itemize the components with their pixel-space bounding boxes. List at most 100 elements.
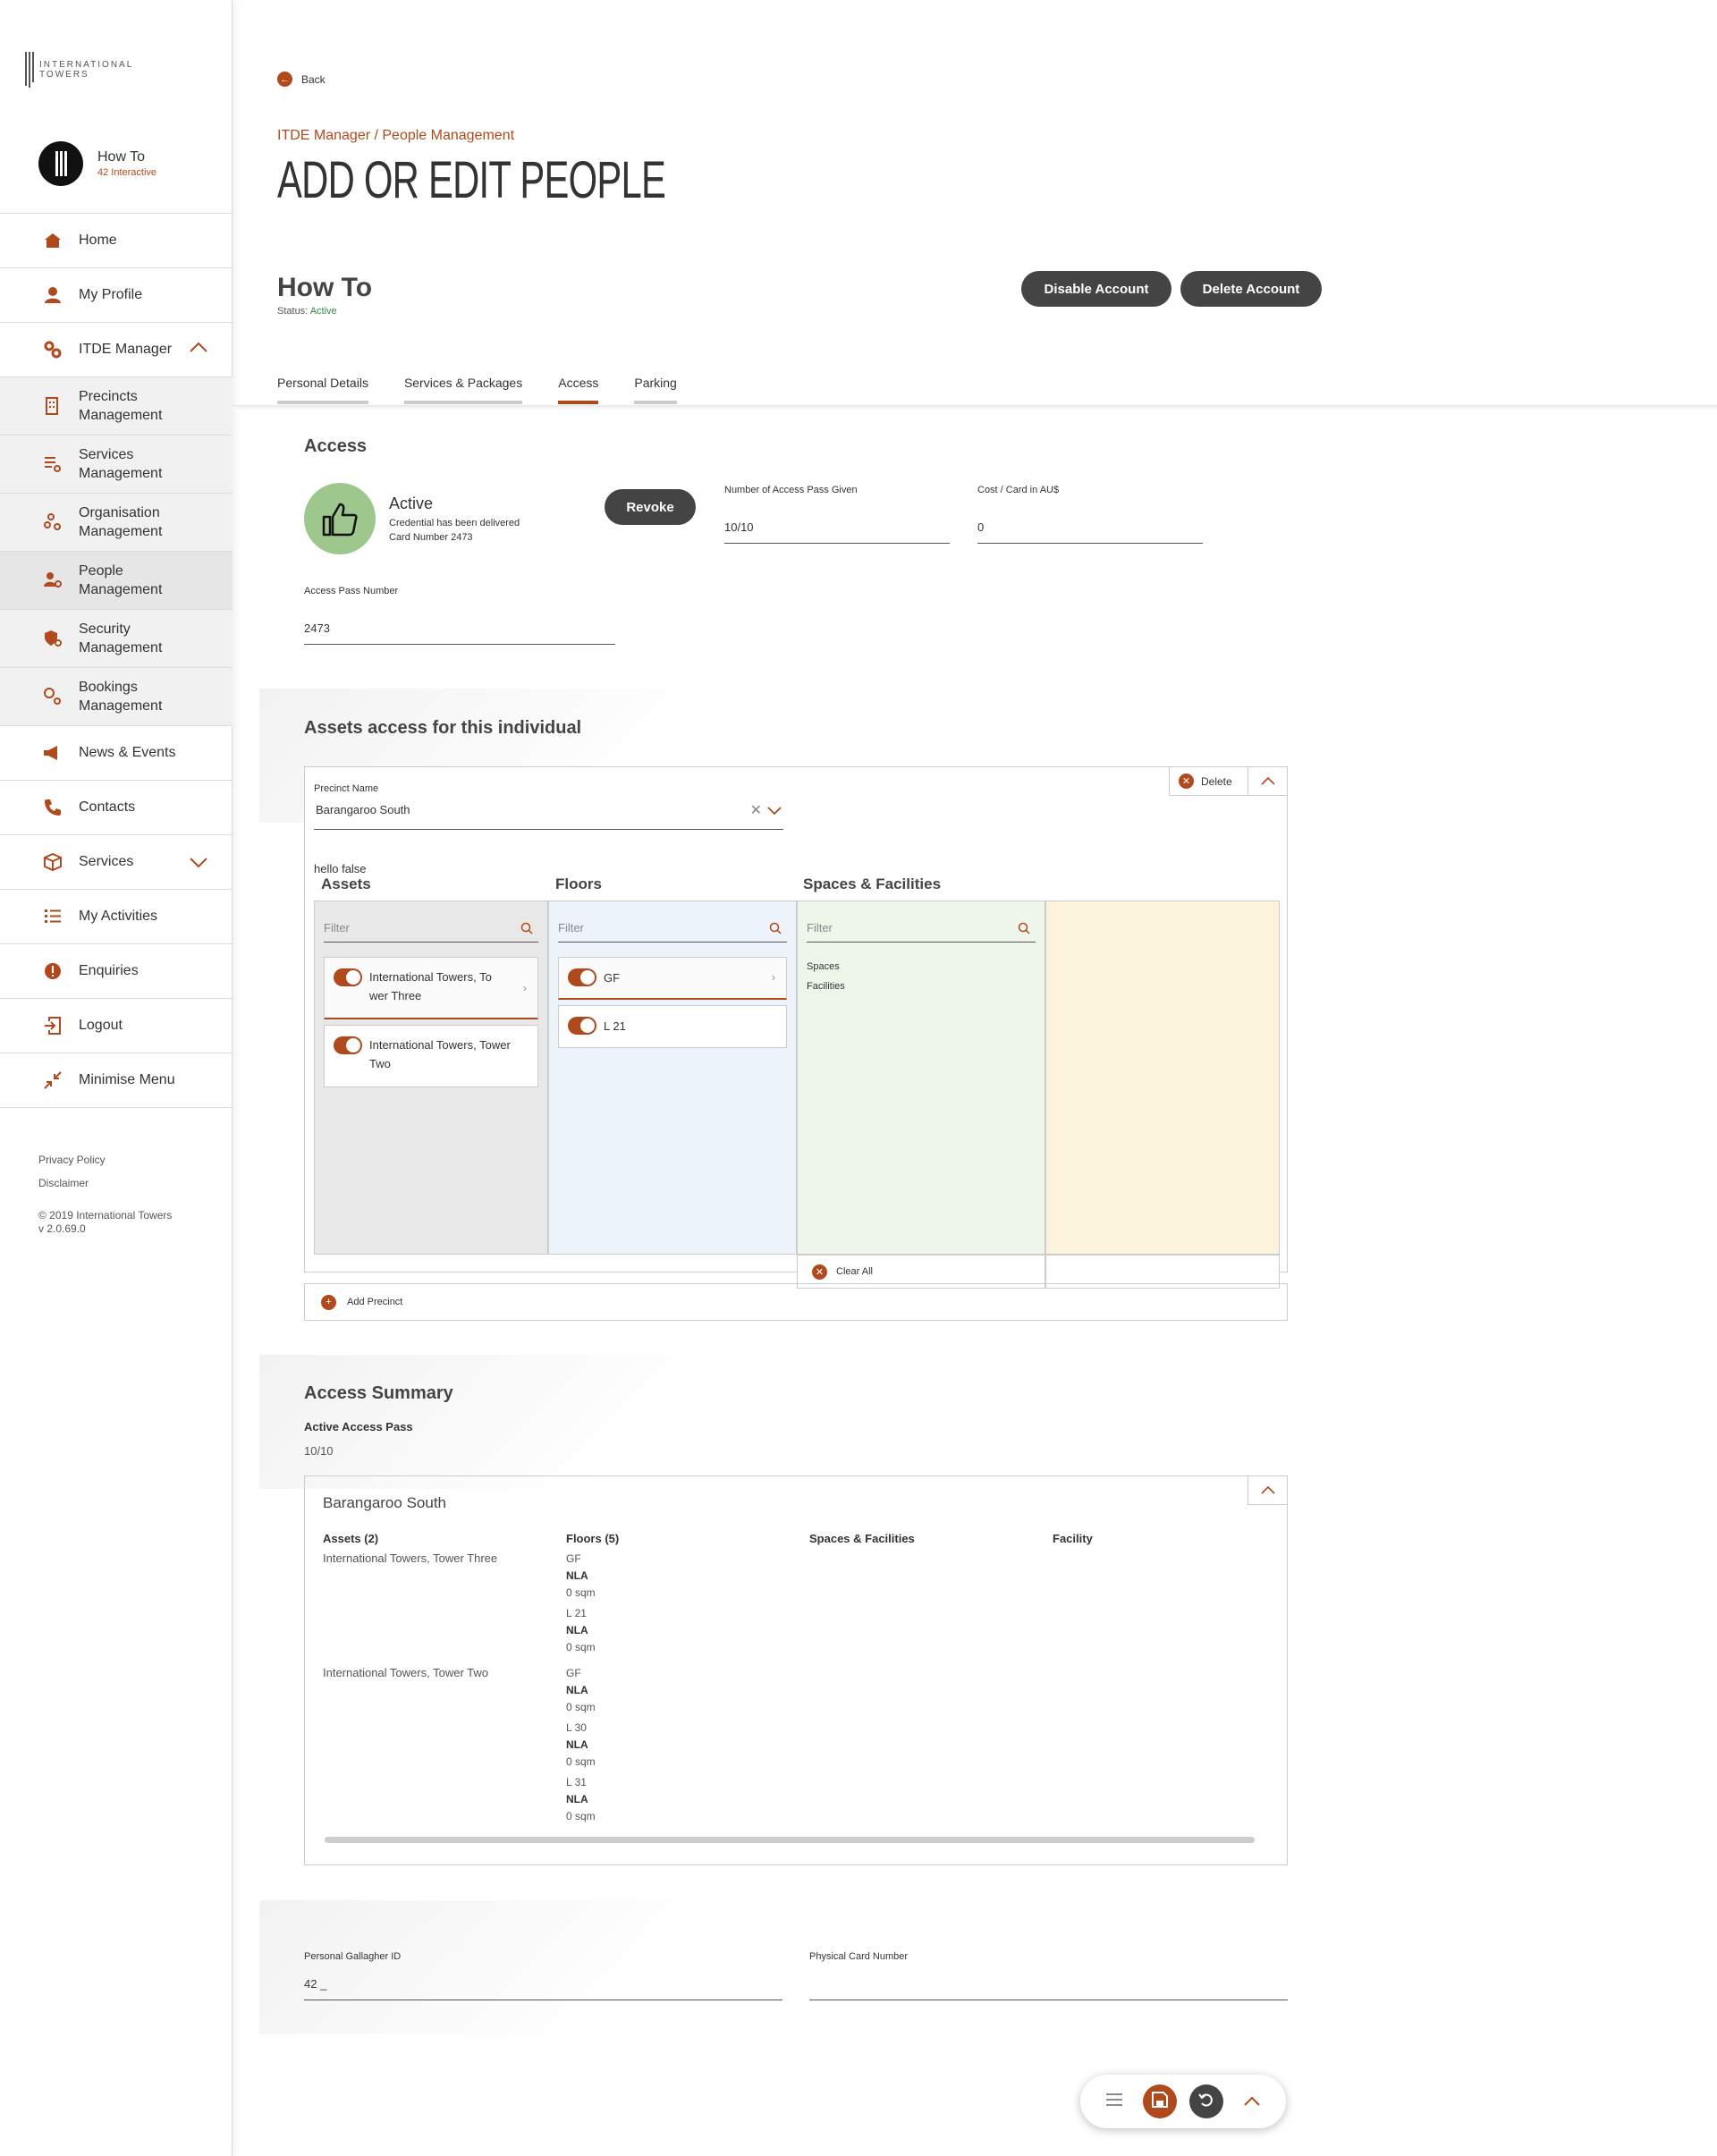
people-gear-icon xyxy=(43,571,63,590)
horizontal-scrollbar[interactable] xyxy=(325,1837,1255,1843)
hamburger-icon xyxy=(1105,2093,1123,2109)
menu-button[interactable] xyxy=(1097,2084,1131,2118)
close-circle-icon: ✕ xyxy=(812,1264,827,1280)
person-icon xyxy=(43,285,63,305)
filter-placeholder: Filter xyxy=(324,921,350,934)
nav-minimise-menu[interactable]: Minimise Menu xyxy=(0,1053,233,1107)
shield-gear-icon xyxy=(43,629,63,648)
precinct-name-label: Precinct Name xyxy=(314,783,379,794)
chevron-up-icon xyxy=(1260,774,1275,789)
floor-item[interactable]: GF › xyxy=(558,957,787,1000)
org-gear-icon xyxy=(43,512,63,532)
physical-card-field[interactable] xyxy=(809,1977,1288,2000)
nav-organisation-management[interactable]: Organisation Management xyxy=(0,493,233,551)
floor-toggle[interactable] xyxy=(568,1017,596,1035)
access-pass-count-label: Number of Access Pass Given xyxy=(724,485,858,495)
sidebar: INTERNATIONAL TOWERS How To 42 Interacti… xyxy=(0,0,233,2156)
chevron-up-icon xyxy=(1260,1483,1275,1498)
chevron-up-icon[interactable] xyxy=(190,341,207,357)
clear-icon[interactable]: ✕ xyxy=(750,801,762,819)
nav-itde-manager[interactable]: ITDE Manager xyxy=(0,322,233,376)
tab-services-packages[interactable]: Services & Packages xyxy=(403,376,523,404)
nav-precincts-label: Precincts Management xyxy=(79,389,163,423)
nav-bookings-management[interactable]: Bookings Management xyxy=(0,667,233,725)
back-button[interactable]: ← Back xyxy=(277,72,326,87)
collapse-summary-button[interactable] xyxy=(1248,1476,1287,1505)
tab-personal-details[interactable]: Personal Details xyxy=(277,376,368,404)
nav-contacts[interactable]: Contacts xyxy=(0,780,233,834)
floor-toggle[interactable] xyxy=(568,968,596,986)
precinct-value: Barangaroo South xyxy=(316,803,410,816)
facilities-group[interactable]: Facilities xyxy=(807,977,845,996)
tab-parking[interactable]: Parking xyxy=(634,376,678,404)
logo[interactable]: INTERNATIONAL TOWERS xyxy=(25,52,138,88)
access-details: Credential has been delivered Card Number… xyxy=(389,518,520,543)
nav-enquiries[interactable]: Enquiries xyxy=(0,943,233,998)
asset-toggle[interactable] xyxy=(334,968,362,986)
back-label: Back xyxy=(301,72,326,86)
section-band xyxy=(259,1900,796,2034)
person-status: Status: Active xyxy=(277,306,337,317)
access-title: Access xyxy=(304,436,368,456)
disable-account-button[interactable]: Disable Account xyxy=(1021,271,1171,307)
delete-account-button[interactable]: Delete Account xyxy=(1180,271,1322,307)
save-button[interactable] xyxy=(1143,2084,1178,2118)
floating-action-bar xyxy=(1080,2075,1286,2128)
breadcrumb[interactable]: ITDE Manager / People Management xyxy=(277,128,514,144)
tab-bar: Personal Details Services & Packages Acc… xyxy=(277,376,713,404)
access-pass-count-field[interactable]: 10/10 xyxy=(724,520,950,544)
spaces-group[interactable]: Spaces xyxy=(807,957,845,977)
revoke-button[interactable]: Revoke xyxy=(605,489,696,525)
add-precinct-button[interactable]: + Add Precinct xyxy=(304,1283,1288,1321)
cost-field[interactable]: 0 xyxy=(977,520,1203,544)
spaces-filter-input[interactable]: Filter xyxy=(807,914,1036,943)
nav-security-management[interactable]: Security Management xyxy=(0,609,233,667)
gallagher-id-field[interactable]: 42 _ xyxy=(304,1977,782,2000)
assets-column: Filter International Towers, To wer Three… xyxy=(314,900,548,1255)
nav-precincts-management[interactable]: Precincts Management xyxy=(0,376,233,435)
undo-button[interactable] xyxy=(1188,2084,1223,2118)
box-icon xyxy=(43,852,63,872)
chevron-down-icon[interactable] xyxy=(190,857,207,873)
privacy-policy-link[interactable]: Privacy Policy xyxy=(38,1154,172,1166)
search-icon[interactable] xyxy=(769,922,782,937)
nav-my-activities[interactable]: My Activities xyxy=(0,889,233,943)
chevron-down-icon[interactable] xyxy=(767,805,782,818)
asset-item[interactable]: International Towers, Tower Two xyxy=(324,1025,538,1087)
summary-title: Access Summary xyxy=(304,1383,453,1403)
tab-access[interactable]: Access xyxy=(558,376,599,404)
nav-organisation-label: Organisation Management xyxy=(79,505,163,539)
nav-logout[interactable]: Logout xyxy=(0,998,233,1053)
assets-filter-input[interactable]: Filter xyxy=(324,914,538,943)
summary-asset: International Towers, Tower Three xyxy=(323,1551,498,1565)
building-icon xyxy=(43,396,63,416)
collapse-precinct-button[interactable] xyxy=(1248,767,1287,796)
clear-all-label: Clear All xyxy=(836,1266,873,1277)
user-profile[interactable]: How To 42 Interactive xyxy=(38,141,156,186)
debug-text: hello false xyxy=(314,862,367,875)
nav-people-label: People Management xyxy=(79,563,163,597)
disclaimer-link[interactable]: Disclaimer xyxy=(38,1177,172,1189)
asset-item[interactable]: International Towers, To wer Three › xyxy=(324,957,538,1019)
search-icon[interactable] xyxy=(1018,922,1030,937)
scroll-top-button[interactable] xyxy=(1235,2084,1269,2118)
page-title: ADD OR EDIT PEOPLE xyxy=(277,151,666,209)
floor-item[interactable]: L 21 xyxy=(558,1005,787,1048)
nav-services-management[interactable]: Services Management xyxy=(0,435,233,493)
add-precinct-label: Add Precinct xyxy=(347,1297,403,1307)
nav-news-events[interactable]: News & Events xyxy=(0,725,233,780)
search-icon[interactable] xyxy=(520,922,533,937)
nav-people-management[interactable]: People Management xyxy=(0,551,233,609)
access-pass-number-field[interactable]: 2473 xyxy=(304,621,615,645)
nav-my-profile[interactable]: My Profile xyxy=(0,267,233,322)
delete-precinct-button[interactable]: ✕ Delete xyxy=(1169,767,1248,796)
plus-circle-icon: + xyxy=(321,1294,336,1310)
floors-filter-input[interactable]: Filter xyxy=(558,914,787,943)
nav-home[interactable]: Home xyxy=(0,213,233,267)
nav-services[interactable]: Services xyxy=(0,834,233,889)
precinct-select[interactable]: Barangaroo South ✕ xyxy=(314,803,783,830)
asset-toggle[interactable] xyxy=(334,1036,362,1054)
spaces-column-title: Spaces & Facilities xyxy=(803,875,942,892)
spaces-header: Spaces & Facilities xyxy=(809,1532,915,1545)
access-state: Active xyxy=(389,495,434,512)
